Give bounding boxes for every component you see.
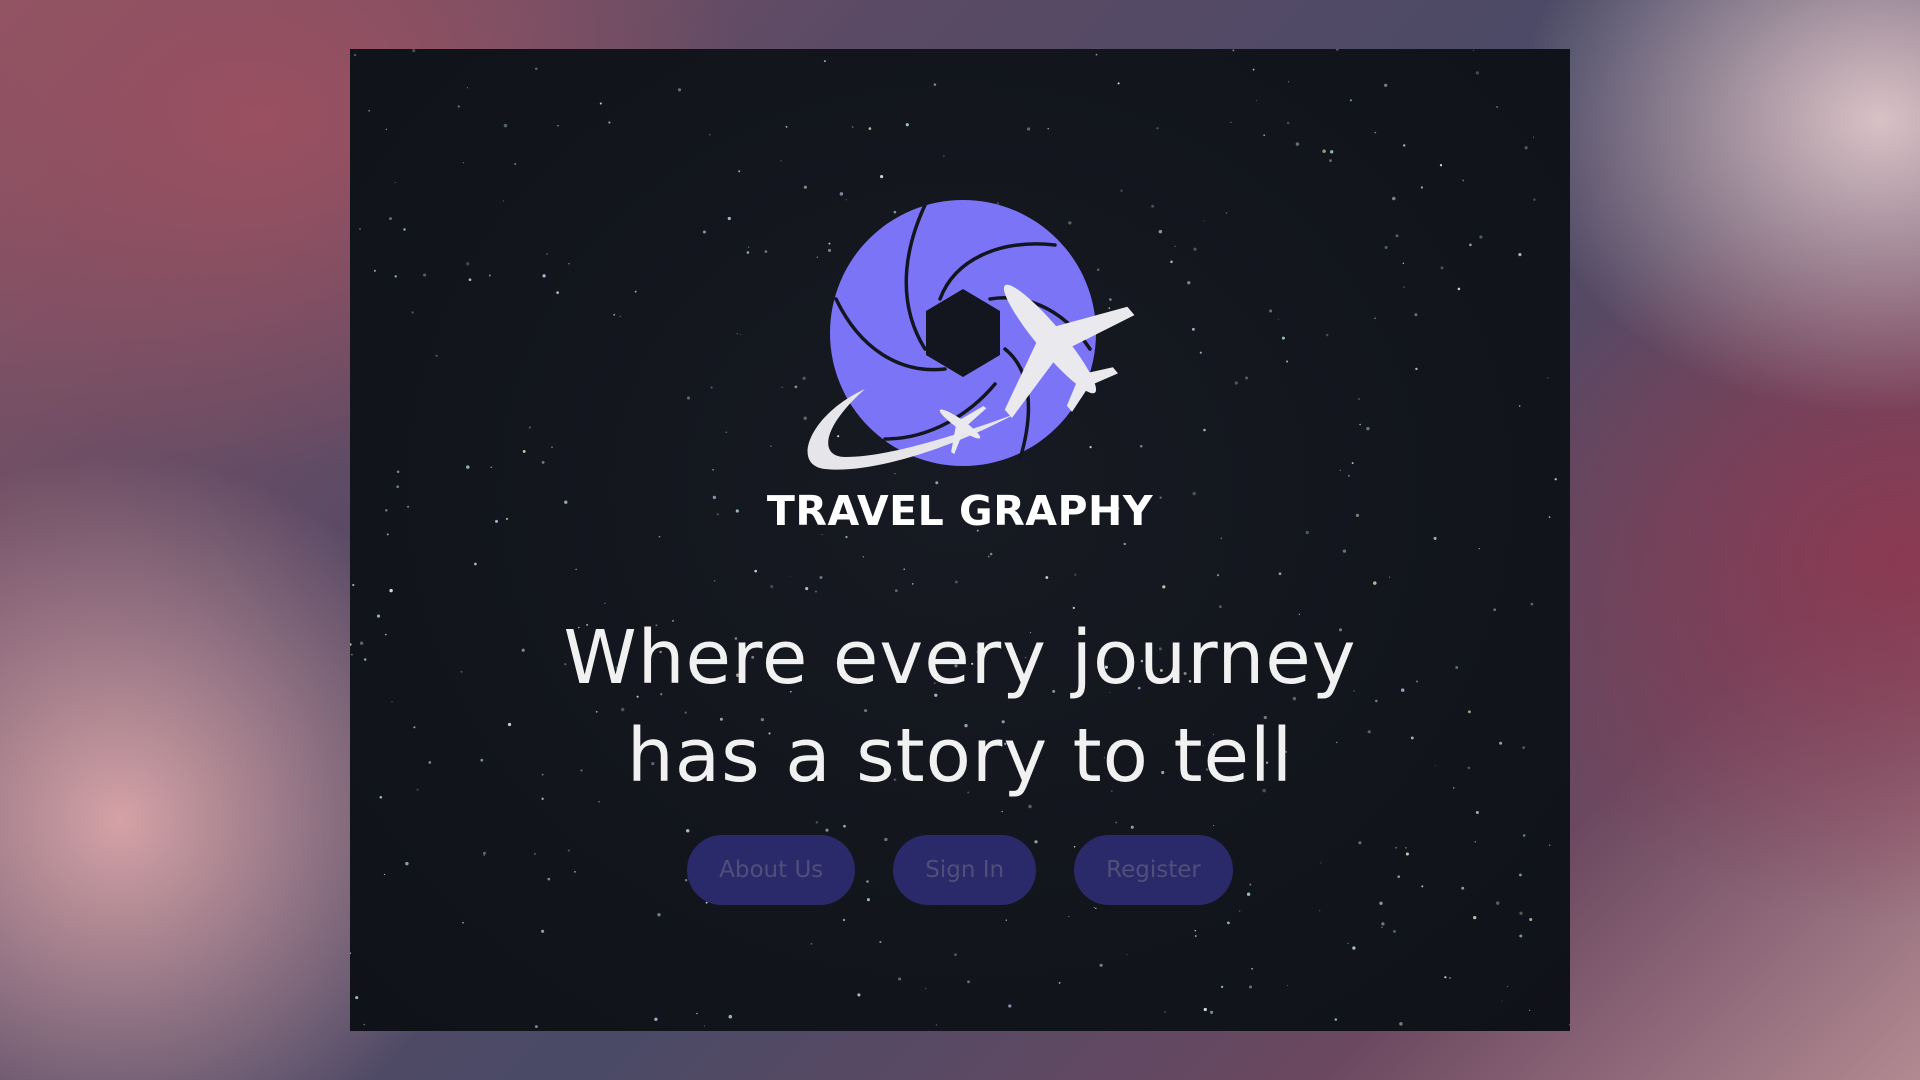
tagline-line-1: Where every journey [563,615,1357,701]
brand-name: TRAVEL GRAPHY [766,487,1154,535]
landing-card: TRAVEL GRAPHY Where every journey has a … [350,49,1570,1031]
hero-tagline: Where every journey has a story to tell [350,609,1570,805]
nav-buttons: About Us Sign In Register [350,835,1570,905]
about-us-button[interactable]: About Us [687,835,856,905]
sign-in-button[interactable]: Sign In [893,835,1037,905]
register-button[interactable]: Register [1074,835,1233,905]
tagline-line-2: has a story to tell [626,713,1294,799]
